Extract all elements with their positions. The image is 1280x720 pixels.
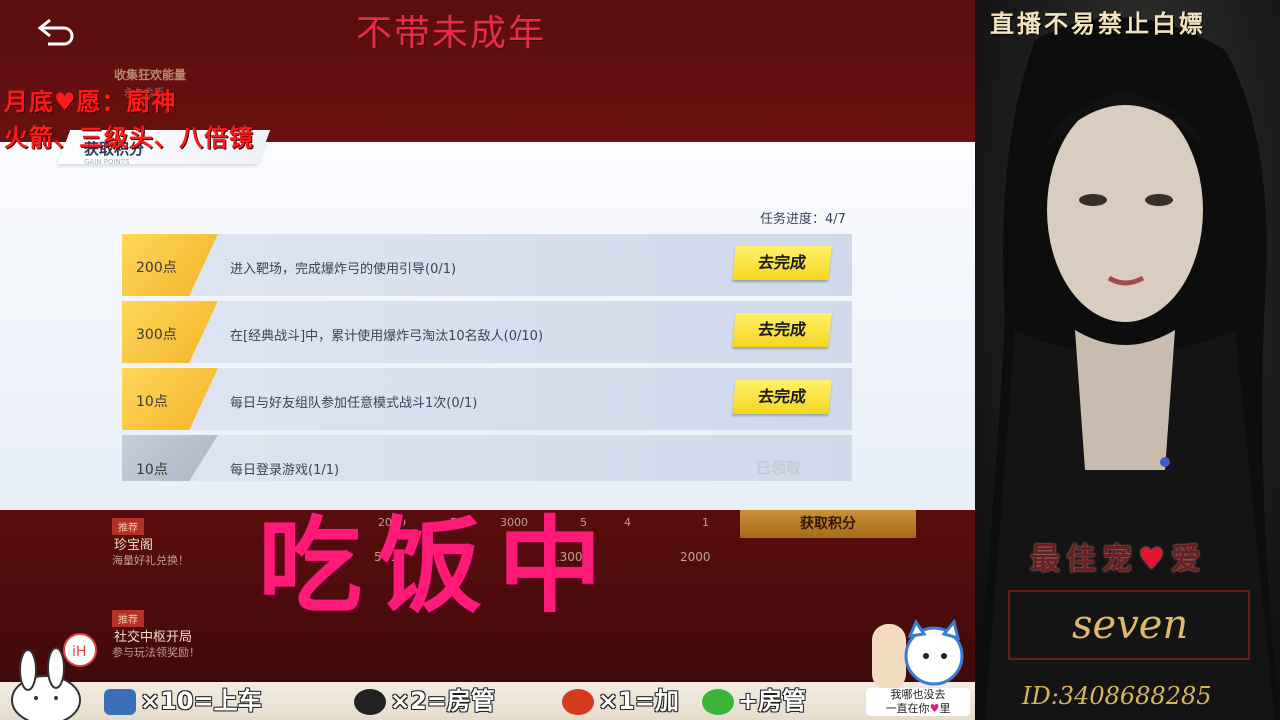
get-points-button[interactable]: 获取积分: [740, 508, 916, 538]
best-fan-prefix: 最佳宠: [1030, 542, 1138, 577]
monthly-wish-line2: 火箭、三级头、八倍镜: [4, 124, 254, 152]
gift-item-car: ×10=上车: [104, 686, 262, 716]
task-description: 每日登录游戏(1/1): [230, 463, 340, 478]
rocket-icon: [562, 689, 594, 715]
milestone-value: 2000: [680, 550, 711, 564]
task-row: 10点 每日与好友组队参加任意模式战斗1次(0/1) 去完成: [122, 368, 852, 430]
social-badge: 推荐: [112, 610, 144, 627]
heart-icon: ♥: [1138, 542, 1171, 577]
points-panel-subtitle: GAIN POINTS: [84, 158, 130, 166]
gift-item-wechat: +房管: [702, 686, 806, 716]
task-description: 进入靶场，完成爆炸弓的使用引导(0/1): [230, 262, 457, 277]
back-arrow-icon[interactable]: [36, 16, 80, 50]
sticker-caption: 我哪也没去 一直在你♥里: [866, 688, 970, 716]
social-title[interactable]: 社交中枢开局: [114, 626, 192, 645]
streamer-notice: 直播不易禁止白嫖: [990, 9, 1206, 38]
task-row: 200点 进入靶场，完成爆炸弓的使用引导(0/1) 去完成: [122, 234, 852, 296]
task-points: 200点: [136, 260, 177, 276]
gift-item-helmet: ×2=房管: [354, 686, 495, 716]
go-complete-button[interactable]: 去完成: [732, 380, 832, 414]
milestone-label: 1: [702, 516, 709, 529]
gift-item-label: ×10=上车: [140, 687, 262, 715]
streamer-name: seven: [1072, 602, 1189, 648]
treasure-badge: 推荐: [112, 518, 144, 535]
stream-notice-title: 不带未成年: [356, 13, 547, 54]
task-description: 在[经典战斗]中，累计使用爆炸弓淘汰10名敌人(0/10): [230, 329, 544, 344]
monthly-wish-line1: 月底♥愿：厨神: [4, 88, 177, 116]
task-row: 10点 每日登录游戏(1/1) 已领取: [122, 435, 852, 481]
carnival-title: 收集狂欢能量: [114, 68, 187, 82]
task-row: 300点 在[经典战斗]中，累计使用爆炸弓淘汰10名敌人(0/10) 去完成: [122, 301, 852, 363]
sticker-caption-line1: 我哪也没去: [890, 688, 946, 701]
gift-box-icon: [104, 689, 136, 715]
eating-status: 吃饭中: [258, 504, 619, 627]
gift-item-label: ×1=加: [598, 687, 679, 715]
best-fan-label: 最佳宠♥爱: [1030, 534, 1207, 578]
svg-text:iH: iH: [72, 644, 86, 660]
sticker-caption-end: 里: [939, 702, 951, 715]
claimed-label: 已领取: [756, 459, 802, 477]
gift-item-rocket: ×1=加: [562, 686, 679, 716]
milestone-label: 4: [624, 516, 631, 529]
gift-item-label: ×2=房管: [390, 687, 495, 715]
wechat-icon: [702, 689, 734, 715]
treasure-subtitle: 海量好礼兑换！: [112, 554, 189, 567]
go-complete-button[interactable]: 去完成: [732, 313, 832, 347]
helmet-icon: [354, 689, 386, 715]
best-fan-suffix: 爱: [1170, 542, 1207, 577]
heart-icon: ♥: [929, 702, 940, 715]
task-points: 10点: [136, 394, 168, 410]
treasure-title[interactable]: 珍宝阁: [114, 534, 153, 553]
social-subtitle: 参与玩法领奖励！: [112, 646, 200, 659]
sticker-caption-text: 一直在你: [885, 702, 930, 715]
gift-item-label: +房管: [738, 687, 807, 715]
sticker-caption-line2: 一直在你♥里: [866, 702, 970, 716]
task-description: 每日与好友组队参加任意模式战斗1次(0/1): [230, 396, 478, 411]
task-points: 10点: [136, 462, 168, 478]
go-complete-button[interactable]: 去完成: [732, 246, 832, 280]
task-points: 300点: [136, 327, 177, 343]
task-progress: 任务进度：4/7: [760, 212, 846, 227]
bunny-sticker-icon: iH: [11, 633, 97, 720]
room-id: ID:3408688285: [1022, 682, 1212, 710]
